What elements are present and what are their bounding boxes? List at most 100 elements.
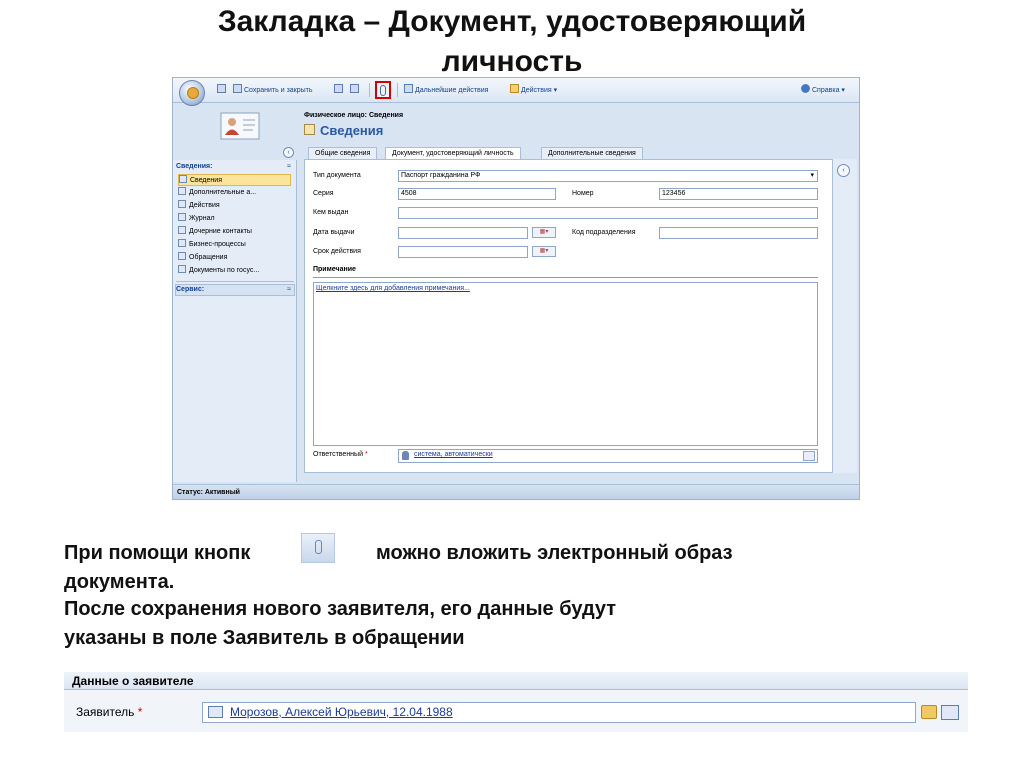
paperclip-icon: [314, 540, 322, 554]
applicant-link[interactable]: Морозов, Алексей Юрьевич, 12.04.1988: [230, 705, 453, 719]
doc-type-label: Тип документа: [313, 172, 361, 179]
page-icon: [178, 187, 186, 195]
issued-by-label: Кем выдан: [313, 209, 349, 216]
nav-item-label: Действия: [189, 202, 220, 209]
nav-item-gov-docs[interactable]: Документы по госус...: [178, 265, 291, 277]
series-input[interactable]: 4508: [398, 188, 556, 200]
docs-icon: [178, 265, 186, 273]
save-new-button[interactable]: [334, 84, 345, 96]
user-icon: [402, 451, 409, 460]
gears-icon: [178, 239, 186, 247]
nav-item-cases[interactable]: Обращения: [178, 252, 291, 264]
entity-label: Физическое лицо: Сведения: [304, 112, 404, 119]
further-actions-label: Дальнейшие действия: [415, 87, 489, 94]
explanation-line1a: При помощи кнопк: [64, 542, 251, 564]
left-navigation: Сведения: ≈ Сведения Дополнительные а... …: [173, 160, 297, 482]
help-menu[interactable]: Справка ▾: [801, 84, 845, 96]
number-label: Номер: [572, 190, 594, 197]
pencil-icon: [178, 200, 186, 208]
add-note-link[interactable]: Щелкните здесь для добавления примечания…: [316, 285, 470, 292]
nav-item-business-processes[interactable]: Бизнес-процессы: [178, 239, 291, 251]
nav-item-child-contacts[interactable]: Дочерние контакты: [178, 226, 291, 238]
nav-item-label: Дочерние контакты: [189, 228, 252, 235]
nav-item-additional[interactable]: Дополнительные а...: [178, 187, 291, 199]
collapse-up-icon: ≈: [287, 163, 291, 170]
lookup-icon[interactable]: [803, 451, 815, 461]
save-icon: [217, 84, 226, 93]
owner-link[interactable]: система, автоматически: [414, 451, 493, 458]
toolbar-separator: [397, 83, 398, 97]
contact-lookup-icon[interactable]: [941, 705, 959, 720]
status-bar: Статус: Активный: [173, 484, 859, 499]
further-actions-button[interactable]: Дальнейшие действия: [404, 84, 488, 96]
note-divider: [313, 277, 818, 278]
contact-card-icon: [208, 706, 223, 718]
nav-service-header[interactable]: Сервис: ≈: [176, 284, 294, 295]
explanation-line1b: можно вложить электронный образ: [376, 542, 733, 564]
explanation-line4: указаны в поле Заявитель в обращении: [64, 627, 465, 649]
applicant-label-text: Заявитель: [76, 705, 135, 719]
help-icon: [801, 84, 810, 93]
open-folder-icon[interactable]: [921, 705, 937, 719]
explanation-line2: документа.: [64, 571, 175, 593]
journal-icon: [178, 213, 186, 221]
nav-item-label: Дополнительные а...: [189, 189, 257, 196]
nav-divider: [176, 281, 294, 282]
collapse-up-icon: ≈: [287, 286, 291, 293]
save-close-icon: [233, 84, 242, 93]
slide-title-line1: Закладка – Документ, удостоверяющий: [217, 5, 807, 38]
nav-item-actions[interactable]: Действия: [178, 200, 291, 212]
dept-code-input[interactable]: [659, 227, 818, 239]
validity-label: Срок действия: [313, 248, 361, 255]
nav-section-header[interactable]: Сведения: ≈: [176, 161, 294, 172]
actions-icon: [510, 84, 519, 93]
issue-date-input[interactable]: [398, 227, 528, 239]
chevron-down-icon: ▾: [810, 172, 814, 179]
save-button[interactable]: [217, 84, 228, 96]
required-marker: *: [137, 705, 143, 719]
attach-file-button[interactable]: [375, 81, 391, 99]
calendar-icon[interactable]: ▦▾: [532, 246, 556, 257]
attach-button-illustration: [301, 533, 335, 563]
nav-service-title: Сервис:: [176, 286, 205, 293]
right-panel-strip: [832, 159, 857, 473]
number-input[interactable]: 123456: [659, 188, 818, 200]
slide-title: Закладка – Документ, удостоверяющий личн…: [0, 2, 1024, 82]
note-area[interactable]: [313, 282, 818, 446]
save-new-icon: [334, 84, 343, 93]
calendar-icon[interactable]: ▦▾: [532, 227, 556, 238]
nav-item-label: Журнал: [189, 215, 215, 222]
required-marker: *: [364, 451, 368, 458]
series-label: Серия: [313, 190, 334, 197]
crm-window: Сохранить и закрыть Дальнейшие действия …: [172, 77, 860, 500]
crm-orb-button[interactable]: [179, 80, 205, 106]
print-icon: [350, 84, 359, 93]
paperclip-icon: [380, 85, 386, 96]
applicant-section-title: Данные о заявителе: [64, 672, 968, 690]
nav-item-svedeniya[interactable]: Сведения: [178, 174, 291, 186]
pencil-icon: [404, 84, 413, 93]
doc-type-select[interactable]: Паспорт гражданина РФ ▾: [398, 170, 818, 182]
nav-item-label: Сведения: [190, 177, 222, 184]
save-close-label: Сохранить и закрыть: [244, 87, 313, 94]
owner-label: Ответственный *: [313, 449, 368, 461]
save-close-button[interactable]: Сохранить и закрыть: [233, 84, 313, 96]
toolbar: Сохранить и закрыть Дальнейшие действия …: [173, 78, 859, 106]
tab-general[interactable]: Общие сведения: [308, 147, 378, 159]
nav-collapse-button[interactable]: ‹: [283, 147, 294, 158]
form-icon: [304, 124, 315, 135]
print-button[interactable]: [350, 84, 361, 96]
nav-item-label: Бизнес-процессы: [189, 241, 246, 248]
tab-additional[interactable]: Дополнительные сведения: [541, 147, 643, 159]
doc-type-value: Паспорт гражданина РФ: [401, 172, 481, 179]
issue-date-label: Дата выдачи: [313, 229, 355, 236]
issued-by-input[interactable]: [398, 207, 818, 219]
toolbar-separator: [369, 83, 370, 97]
chevron-down-icon: ▾: [841, 87, 845, 94]
cases-icon: [178, 252, 186, 260]
validity-input[interactable]: [398, 246, 528, 258]
actions-menu[interactable]: Действия ▾: [510, 84, 557, 96]
record-title-text: Сведения: [320, 123, 384, 138]
expand-panel-button[interactable]: ‹: [837, 164, 850, 177]
nav-item-journal[interactable]: Журнал: [178, 213, 291, 225]
